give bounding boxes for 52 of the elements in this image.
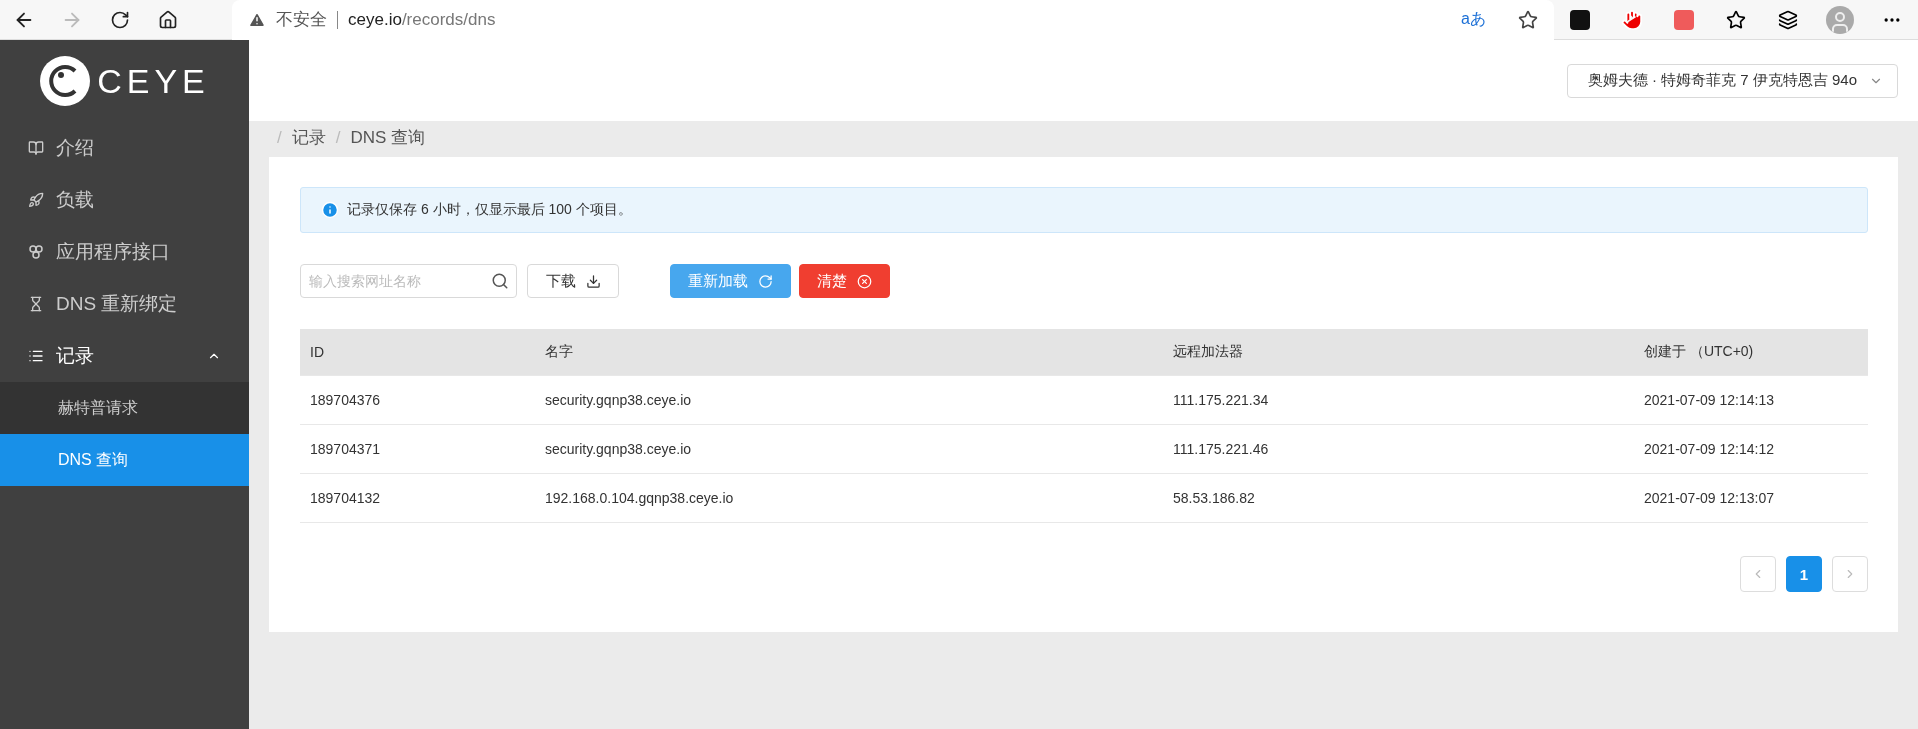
list-icon	[28, 348, 44, 364]
table-cell-text: security.gqnp38.ceye.io	[544, 392, 693, 408]
translate-icon[interactable]: aあ	[1461, 9, 1486, 30]
column-header: 创建于 （UTC+0)	[1643, 343, 1755, 361]
table-cell-text: 111.175.221.34	[1172, 392, 1270, 408]
table-cell-text: 111.175.221.46	[1172, 441, 1270, 457]
sidebar-item[interactable]: 介绍	[0, 122, 249, 174]
column-header: 名字	[544, 343, 574, 361]
table-cell-text: 189704371	[309, 441, 382, 457]
url-text[interactable]: ceye.io/records/dns	[348, 9, 496, 30]
download-icon	[585, 273, 601, 289]
sidebar-item[interactable]: 记录	[0, 330, 249, 382]
logo-icon	[39, 55, 92, 107]
logo-text: CEYE	[97, 61, 210, 101]
table-cell-text: 2021-07-09 12:13:07	[1643, 490, 1775, 506]
sidebar-item[interactable]: 负载	[0, 174, 249, 226]
breadcrumb-item[interactable]: DNS 查询	[350, 126, 426, 149]
submenu-item[interactable]: DNS 查询	[0, 434, 249, 486]
collections-icon[interactable]	[1778, 9, 1798, 30]
sidebar-item[interactable]: 应用程序接口	[0, 226, 249, 278]
security-label: 不安全	[276, 9, 327, 31]
table-cell-text: 2021-07-09 12:14:13	[1643, 392, 1775, 408]
table-cell-text: 189704376	[309, 392, 382, 408]
page-button[interactable]: 1	[1786, 556, 1822, 592]
reload-icon	[758, 273, 773, 289]
table-cell-text: 58.53.186.82	[1172, 490, 1256, 506]
favorites-icon[interactable]	[1726, 9, 1746, 30]
circle-x-icon	[857, 273, 872, 289]
table-cell-text: security.gqnp38.ceye.io	[544, 441, 693, 457]
breadcrumb-separator: /	[277, 127, 282, 148]
submenu-item[interactable]: 赫特普请求	[0, 382, 249, 434]
breadcrumb-item[interactable]: 记录	[291, 126, 326, 149]
download-button[interactable]: 下载	[527, 264, 619, 298]
search-field[interactable]: 输入搜索网址名称	[300, 264, 517, 298]
search-icon	[491, 272, 509, 290]
hourglass-icon	[28, 296, 44, 312]
clear-button[interactable]: 清楚	[799, 264, 890, 298]
stop-hand-icon[interactable]	[1621, 8, 1643, 31]
table-cell-text: 192.168.0.104.gqnp38.ceye.io	[544, 490, 735, 506]
info-icon	[321, 201, 339, 219]
three-circles-icon	[28, 244, 44, 260]
rocket-icon	[28, 192, 44, 208]
column-header: ID	[309, 344, 325, 360]
sidebar-item[interactable]: DNS 重新绑定	[0, 278, 249, 330]
book-icon	[28, 140, 44, 156]
alert-text: 记录仅保存 6 小时，仅显示最后 100 个项目。	[347, 201, 632, 219]
table-cell-text: 2021-07-09 12:14:12	[1643, 441, 1775, 457]
breadcrumb-separator: /	[335, 127, 341, 148]
table-cell-text: 189704132	[309, 490, 382, 506]
favorite-add-icon[interactable]	[1518, 9, 1538, 30]
column-header: 远程加法器	[1172, 343, 1244, 361]
user-dropdown[interactable]: 奥姆夫德 · 特姆奇菲克 7 伊克特恩吉 94o	[1566, 63, 1898, 98]
